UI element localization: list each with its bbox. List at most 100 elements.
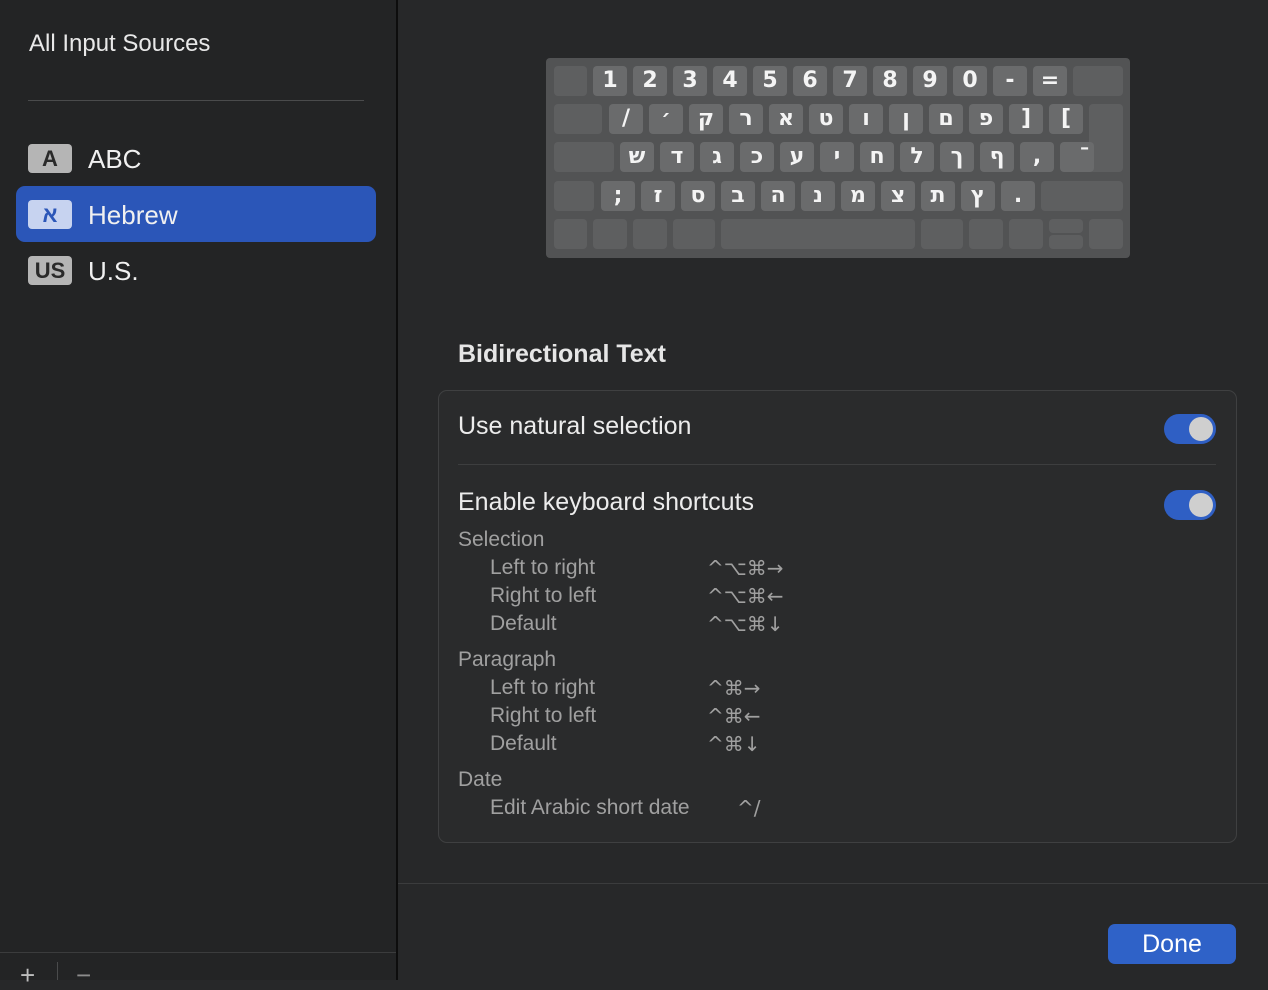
key: ת (921, 181, 955, 211)
shortcut-label: Right to left (490, 704, 597, 727)
input-source-list: A ABC א Hebrew US U.S. (16, 144, 376, 298)
key (593, 219, 627, 249)
key: ס (681, 181, 715, 211)
key: ק (689, 104, 723, 134)
key (1073, 66, 1123, 96)
done-button[interactable]: Done (1108, 924, 1236, 964)
key: ׳ (649, 104, 683, 134)
arrow-up-key (1049, 219, 1083, 233)
natural-selection-toggle[interactable] (1164, 414, 1216, 444)
key: ע (780, 142, 814, 172)
key: ן (889, 104, 923, 134)
key (1041, 181, 1123, 211)
key: . (1001, 181, 1035, 211)
keyboard-shortcuts-toggle[interactable] (1164, 490, 1216, 520)
key: ם (929, 104, 963, 134)
key: 9 (913, 66, 947, 96)
key: 3 (673, 66, 707, 96)
key: מ (841, 181, 875, 211)
footer-separator (398, 883, 1268, 884)
key: ר (729, 104, 763, 134)
space-key (721, 219, 915, 249)
key: 8 (873, 66, 907, 96)
key: 4 (713, 66, 747, 96)
sidebar-separator (28, 100, 364, 101)
date-group-title: Date (458, 768, 503, 791)
key (554, 66, 587, 96)
shortcut-keys: ^/ (737, 796, 761, 820)
remove-source-button[interactable]: − (76, 962, 91, 988)
key: א (769, 104, 803, 134)
key: ] (1009, 104, 1043, 134)
key: ד (660, 142, 694, 172)
key: ח (860, 142, 894, 172)
key: פ (969, 104, 1003, 134)
add-source-button[interactable]: + (20, 962, 35, 988)
key: כ (740, 142, 774, 172)
shortcut-keys: ^⌥⌘→ (707, 556, 784, 580)
key: צ (881, 181, 915, 211)
bidirectional-settings-panel (438, 390, 1237, 843)
hebrew-source-icon: א (28, 200, 72, 229)
button-divider (57, 962, 58, 980)
source-label: U.S. (88, 256, 139, 286)
key: ש (620, 142, 654, 172)
key: 6 (793, 66, 827, 96)
key (554, 219, 587, 249)
toggle-knob (1189, 493, 1213, 517)
input-sources-sidebar: All Input Sources A ABC א Hebrew US U.S.… (0, 0, 396, 988)
key: 5 (753, 66, 787, 96)
key (554, 181, 594, 211)
key (969, 219, 1003, 249)
key (1009, 219, 1043, 249)
key: ֿ (1060, 142, 1094, 172)
key: 2 (633, 66, 667, 96)
key: / (609, 104, 643, 134)
shortcut-keys: ^⌘→ (707, 676, 761, 700)
key (554, 104, 602, 134)
key: ך (940, 142, 974, 172)
key: = (1033, 66, 1067, 96)
shortcut-keys: ^⌥⌘↓ (707, 612, 784, 636)
key (921, 219, 963, 249)
key: ב (721, 181, 755, 211)
source-label: Hebrew (88, 200, 178, 230)
source-label: ABC (88, 144, 142, 174)
source-item-hebrew[interactable]: א Hebrew (16, 186, 376, 242)
keyboard-shortcuts-label: Enable keyboard shortcuts (458, 488, 755, 516)
key: ה (761, 181, 795, 211)
key: 7 (833, 66, 867, 96)
abc-source-icon: A (28, 144, 72, 173)
key: [ (1049, 104, 1083, 134)
key: ל (900, 142, 934, 172)
key: , (1020, 142, 1054, 172)
shortcut-label: Left to right (490, 676, 596, 699)
paragraph-group-title: Paragraph (458, 648, 557, 671)
keyboard-layout-preview: 1 2 3 4 5 6 7 8 9 0 - = / ׳ ק ר א ט ו ן … (546, 58, 1130, 258)
sidebar-bottom-separator (0, 952, 396, 953)
shortcut-keys: ^⌘↓ (707, 732, 761, 756)
shortcut-label: Default (490, 612, 557, 635)
key: ט (809, 104, 843, 134)
key: י (820, 142, 854, 172)
shortcut-keys: ^⌥⌘← (707, 584, 784, 608)
key: 1 (593, 66, 627, 96)
shortcut-label: Right to left (490, 584, 597, 607)
shortcut-label: Left to right (490, 556, 596, 579)
key: - (993, 66, 1027, 96)
shortcut-label: Default (490, 732, 557, 755)
panel-separator (458, 464, 1216, 465)
toggle-knob (1189, 417, 1213, 441)
source-item-abc[interactable]: A ABC (16, 130, 376, 186)
key: ז (641, 181, 675, 211)
arrow-down-key (1049, 235, 1083, 249)
return-key (1089, 104, 1123, 172)
key: 0 (953, 66, 987, 96)
key: ; (601, 181, 635, 211)
key: נ (801, 181, 835, 211)
bidirectional-text-heading: Bidirectional Text (458, 340, 666, 368)
key (1089, 219, 1123, 249)
us-source-icon: US (28, 256, 72, 285)
key (673, 219, 715, 249)
source-item-us[interactable]: US U.S. (16, 242, 376, 298)
